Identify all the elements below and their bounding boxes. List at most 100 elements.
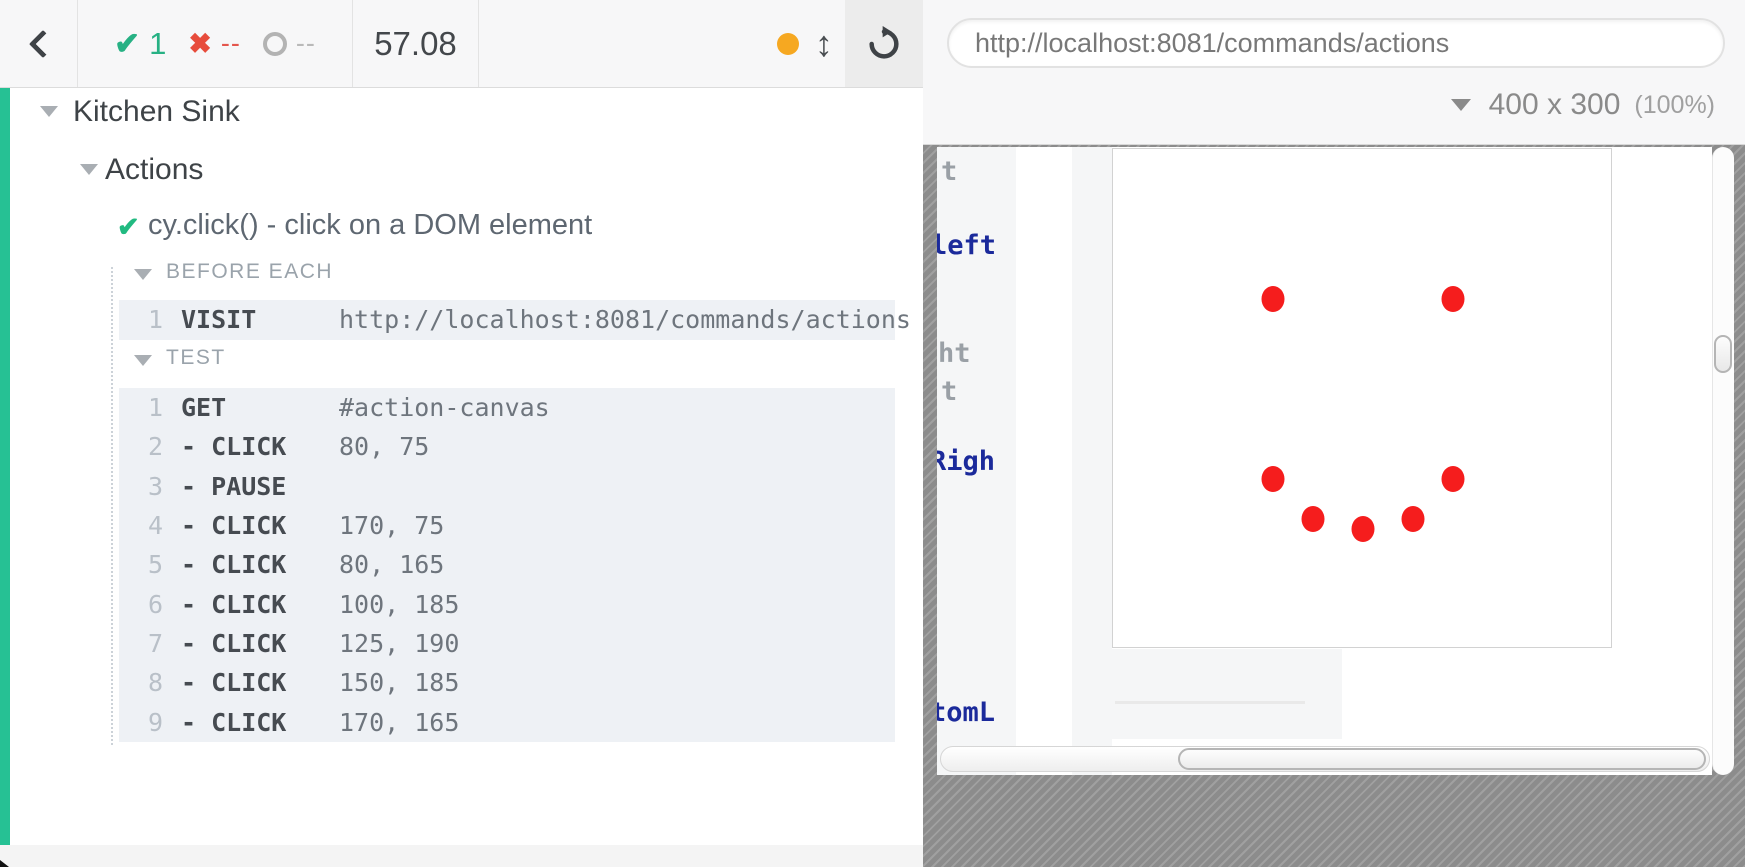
command-number: 7 bbox=[119, 629, 163, 658]
x-icon: ✖ bbox=[188, 27, 211, 60]
click-dot bbox=[1262, 466, 1285, 492]
command-row[interactable]: 3 - PAUSE bbox=[119, 467, 895, 506]
command-message: 125, 190 bbox=[339, 629, 459, 658]
url-text: http://localhost:8081/commands/actions bbox=[975, 28, 1449, 59]
caret-down-icon[interactable] bbox=[40, 106, 58, 117]
auto-scroll-icon[interactable]: ↕ bbox=[815, 26, 833, 62]
code-fragment: tomL bbox=[937, 698, 995, 728]
click-dot bbox=[1302, 506, 1325, 532]
command-message: 150, 185 bbox=[339, 668, 459, 697]
caret-down-icon[interactable] bbox=[80, 164, 98, 175]
command-message: 80, 75 bbox=[339, 432, 429, 461]
viewport-size: 400 x 300 bbox=[1489, 88, 1621, 122]
back-button[interactable] bbox=[0, 0, 78, 87]
command-name: - CLICK bbox=[181, 668, 339, 697]
code-fragment: t bbox=[941, 157, 957, 187]
command-log: Kitchen Sink Actions ✔ cy.click() - clic… bbox=[0, 88, 923, 845]
aut-iframe: t left ht t Righ tomL bbox=[937, 147, 1712, 775]
command-number: 3 bbox=[119, 472, 163, 501]
command-name: - CLICK bbox=[181, 708, 339, 737]
vertical-scrollbar-track[interactable] bbox=[1712, 147, 1734, 775]
test-commands: 1GET#action-canvas2- CLICK80, 753- PAUSE… bbox=[119, 388, 895, 742]
code-fragment: left bbox=[937, 231, 996, 261]
section-before-each[interactable]: BEFORE EACH bbox=[166, 260, 333, 284]
command-number: 1 bbox=[119, 305, 163, 334]
caret-down-icon[interactable] bbox=[134, 269, 152, 280]
command-number: 6 bbox=[119, 590, 163, 619]
command-row[interactable]: 9- CLICK170, 165 bbox=[119, 702, 895, 741]
click-dot bbox=[1262, 286, 1285, 312]
indent-guide-line bbox=[111, 267, 113, 745]
code-fragment: ht bbox=[938, 339, 971, 369]
viewport-size-dropdown[interactable]: 400 x 300 (100%) bbox=[1451, 88, 1715, 122]
command-number: 2 bbox=[119, 432, 163, 461]
command-number: 9 bbox=[119, 708, 163, 737]
command-row[interactable]: 5- CLICK80, 165 bbox=[119, 545, 895, 584]
stat-passed[interactable]: ✔ 1 bbox=[108, 26, 172, 62]
reporter-footer bbox=[0, 845, 923, 867]
command-name: - CLICK bbox=[181, 432, 339, 461]
action-canvas[interactable] bbox=[1112, 148, 1612, 648]
passed-count: 1 bbox=[149, 26, 166, 62]
suite-actions[interactable]: Actions bbox=[105, 153, 203, 187]
caret-down-icon bbox=[1451, 99, 1471, 111]
command-row[interactable]: 1VISIThttp://localhost:8081/commands/act… bbox=[119, 300, 895, 339]
mouse-cursor-tip bbox=[0, 853, 9, 867]
cypress-test-runner: ✔ 1 ✖ -- -- 57.08 ↕ bbox=[0, 0, 1745, 867]
code-block-background bbox=[1072, 147, 1112, 775]
command-name: GET bbox=[181, 393, 339, 422]
url-bar[interactable]: http://localhost:8081/commands/actions bbox=[947, 18, 1725, 68]
command-number: 8 bbox=[119, 668, 163, 697]
suite-kitchen-sink[interactable]: Kitchen Sink bbox=[73, 95, 240, 129]
status-dot bbox=[777, 33, 799, 55]
command-number: 5 bbox=[119, 550, 163, 579]
command-row[interactable]: 7 - CLICK125, 190 bbox=[119, 624, 895, 663]
code-fragment: Righ bbox=[937, 447, 995, 477]
test-duration: 57.08 bbox=[353, 0, 479, 87]
test-title[interactable]: cy.click() - click on a DOM element bbox=[148, 209, 592, 242]
command-message: 100, 185 bbox=[339, 590, 459, 619]
caret-down-icon[interactable] bbox=[134, 355, 152, 366]
failed-count: -- bbox=[221, 28, 241, 59]
next-section-background bbox=[1112, 649, 1342, 739]
aut-region: t left ht t Righ tomL bbox=[923, 145, 1745, 867]
code-fragment: t bbox=[941, 377, 957, 407]
click-dot bbox=[1352, 516, 1375, 542]
test-passed-check-icon: ✔ bbox=[117, 212, 140, 243]
command-row[interactable]: 4 - CLICK170, 75 bbox=[119, 506, 895, 545]
back-chevron-icon bbox=[28, 29, 56, 57]
command-name: - CLICK bbox=[181, 629, 339, 658]
click-dot bbox=[1402, 506, 1425, 532]
command-message: 170, 75 bbox=[339, 511, 444, 540]
click-dot bbox=[1442, 466, 1465, 492]
command-name: VISIT bbox=[181, 305, 339, 334]
command-name: - PAUSE bbox=[181, 472, 339, 501]
command-name: - CLICK bbox=[181, 590, 339, 619]
stat-failed[interactable]: ✖ -- bbox=[182, 27, 246, 60]
refresh-button[interactable] bbox=[845, 0, 923, 87]
before-each-commands: 1VISIThttp://localhost:8081/commands/act… bbox=[119, 300, 895, 340]
viewport-zoom: (100%) bbox=[1634, 91, 1715, 120]
circle-icon bbox=[263, 32, 287, 56]
command-number: 4 bbox=[119, 511, 163, 540]
command-row[interactable]: 6 - CLICK100, 185 bbox=[119, 584, 895, 623]
aut-header: http://localhost:8081/commands/actions 4… bbox=[923, 0, 1745, 145]
reporter-toolbar: ✔ 1 ✖ -- -- 57.08 ↕ bbox=[0, 0, 923, 88]
command-number: 1 bbox=[119, 393, 163, 422]
command-message: http://localhost:8081/commands/actions bbox=[339, 305, 911, 334]
vertical-scrollbar-thumb[interactable] bbox=[1714, 335, 1732, 373]
command-row[interactable]: 8 - CLICK150, 185 bbox=[119, 663, 895, 702]
pending-count: -- bbox=[296, 28, 316, 59]
horizontal-scrollbar-thumb[interactable] bbox=[1178, 748, 1706, 770]
command-row[interactable]: 1 GET#action-canvas bbox=[119, 388, 895, 427]
test-passed-bar bbox=[0, 88, 10, 845]
section-divider-line bbox=[1115, 701, 1305, 704]
command-name: - CLICK bbox=[181, 550, 339, 579]
stat-pending[interactable]: -- bbox=[257, 28, 322, 59]
refresh-icon bbox=[864, 24, 904, 64]
section-test[interactable]: TEST bbox=[166, 346, 226, 370]
command-row[interactable]: 2 - CLICK80, 75 bbox=[119, 427, 895, 466]
command-name: - CLICK bbox=[181, 511, 339, 540]
command-message: #action-canvas bbox=[339, 393, 550, 422]
click-dot bbox=[1442, 286, 1465, 312]
